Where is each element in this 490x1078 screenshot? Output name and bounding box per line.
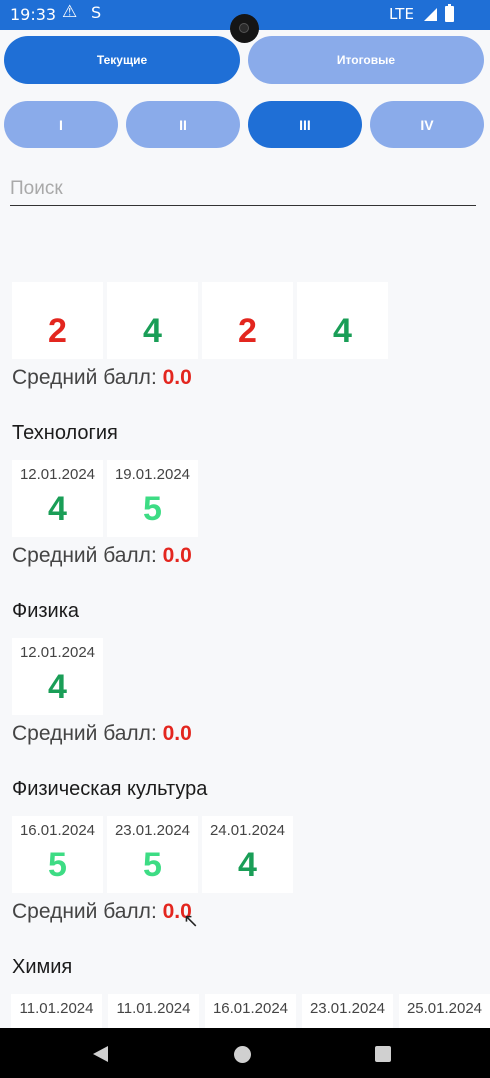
tab-quarter-2-label: II bbox=[179, 116, 187, 133]
back-icon[interactable] bbox=[93, 1046, 108, 1062]
tab-current-label: Текущие bbox=[96, 53, 148, 67]
grade-date: 11.01.2024 bbox=[116, 1000, 191, 1017]
camera-cutout bbox=[230, 14, 259, 43]
tab-quarter-1[interactable]: I bbox=[4, 101, 118, 148]
tab-quarter-3-label: III bbox=[299, 116, 311, 133]
home-icon[interactable] bbox=[234, 1046, 251, 1063]
search-input[interactable] bbox=[10, 173, 476, 206]
tab-final[interactable]: Итоговые bbox=[248, 36, 484, 84]
tab-current[interactable]: Текущие bbox=[4, 36, 240, 84]
grade-date: 12.01.2024 bbox=[19, 644, 96, 661]
grade-date: 12.01.2024 bbox=[19, 466, 96, 483]
grade-card[interactable]: 11.01.20245 bbox=[108, 994, 199, 1028]
grade-date: 25.01.2024 bbox=[406, 1000, 483, 1017]
grade-card[interactable]: 16.01.20244 bbox=[205, 994, 296, 1028]
grade-date: 19.01.2024 bbox=[114, 466, 191, 483]
grade-card[interactable]: 11.01.20245 bbox=[11, 994, 102, 1028]
grade-date: 11.01.2024 bbox=[19, 1000, 94, 1017]
navigation-bar bbox=[0, 1028, 490, 1078]
subject-title: Физика bbox=[12, 600, 80, 622]
subject-block: Физика 12.01.2024 4 Средний балл: 0.0 bbox=[0, 491, 490, 745]
tab-quarter-2[interactable]: II bbox=[126, 101, 240, 148]
warning-icon: ⚠ bbox=[62, 2, 78, 22]
network-type: LTE bbox=[389, 5, 414, 23]
subject-list[interactable]: 2 4 2 4 Средний балл: 0.0 Технология 12.01.202… bbox=[0, 206, 490, 1028]
tab-quarter-4-label: IV bbox=[420, 116, 434, 133]
battery-icon bbox=[445, 4, 454, 22]
grade-date: 24.01.2024 bbox=[209, 822, 286, 839]
grade-cards: 11.01.2024511.01.2024516.01.2024423.01.2… bbox=[11, 994, 490, 1028]
tab-final-label: Итоговые bbox=[336, 53, 396, 67]
subject-block: Технология 12.01.2024 4 19.01.2024 5 Средний … bbox=[0, 313, 490, 567]
subject-block: 2 4 2 4 Средний балл: 0.0 bbox=[0, 206, 490, 389]
tab-quarter-4[interactable]: IV bbox=[370, 101, 484, 148]
grade-date: 23.01.2024 bbox=[114, 822, 191, 839]
subject-block: Физическая культура 16.01.2024 5 23.01.2024… bbox=[0, 669, 490, 923]
subject-title: Физическая культура bbox=[12, 778, 208, 800]
tab-quarter-1-label: I bbox=[59, 116, 63, 133]
mouse-cursor-icon: ↖ bbox=[183, 911, 199, 932]
subject-block: Химия11.01.2024511.01.2024516.01.2024423… bbox=[0, 847, 490, 1028]
subject-title: Технология bbox=[12, 422, 118, 444]
sync-icon: S bbox=[91, 3, 102, 22]
signal-icon bbox=[424, 8, 437, 21]
tab-quarter-3[interactable]: III bbox=[248, 101, 362, 148]
grade-date: 16.01.2024 bbox=[212, 1000, 289, 1017]
subject-title: Химия bbox=[12, 956, 73, 978]
grade-card[interactable]: 23.01.20244 bbox=[302, 994, 393, 1028]
grade-date: 23.01.2024 bbox=[309, 1000, 386, 1017]
status-time: 19:33 bbox=[10, 5, 57, 24]
grade-date: 16.01.2024 bbox=[19, 822, 96, 839]
recents-icon[interactable] bbox=[375, 1046, 391, 1062]
grade-card[interactable]: 25.01.20245 bbox=[399, 994, 490, 1028]
